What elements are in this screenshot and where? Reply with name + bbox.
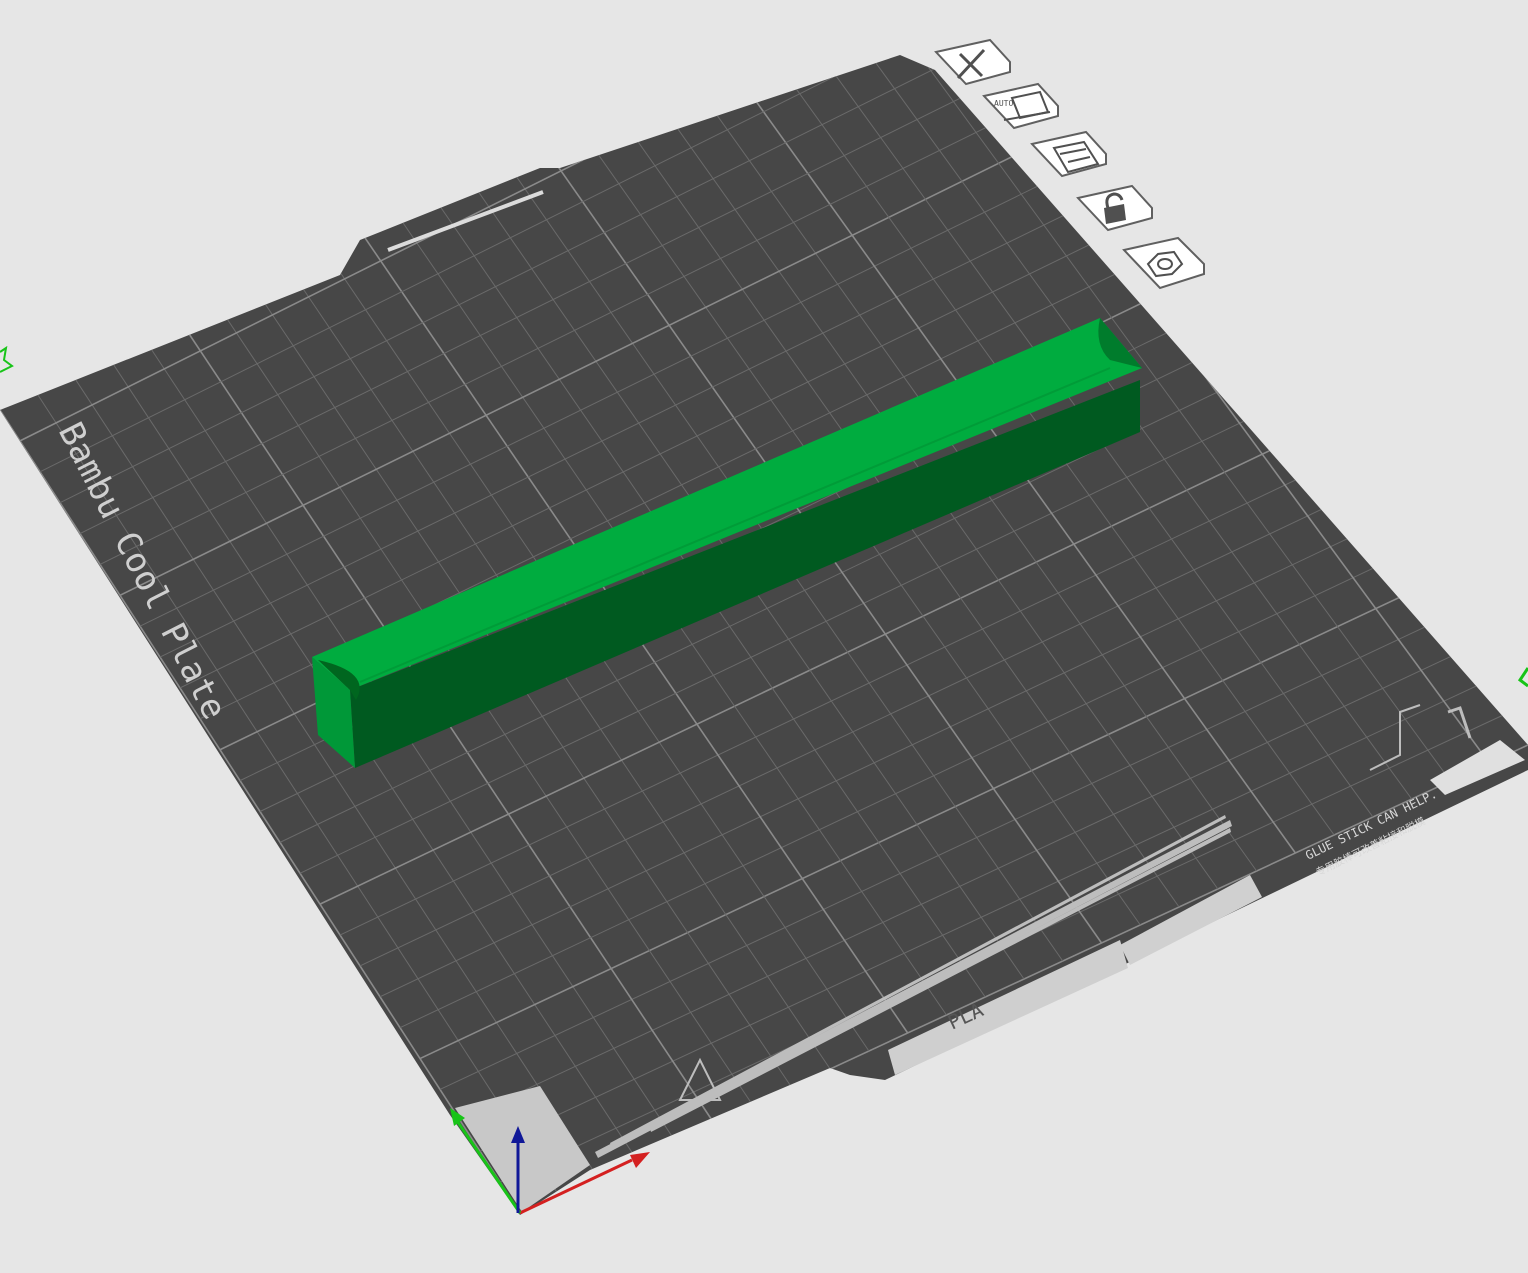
plate-settings-button[interactable] xyxy=(1122,236,1205,290)
3d-viewport[interactable]: Bambu Cool Plate PLA GLUE STICK CAN HELP… xyxy=(0,0,1528,1269)
arrange-button[interactable] xyxy=(1030,130,1107,178)
plate-surface[interactable] xyxy=(0,55,1528,1215)
edge-marker-left xyxy=(0,345,14,373)
svg-text:AUTO: AUTO xyxy=(994,99,1013,108)
edge-marker-right xyxy=(1517,667,1528,688)
build-plate[interactable]: Bambu Cool Plate PLA GLUE STICK CAN HELP… xyxy=(0,0,1528,1215)
x-axis-arrow xyxy=(630,1152,650,1168)
close-plate-button[interactable] xyxy=(934,38,1011,86)
auto-orient-button[interactable]: AUTO xyxy=(982,82,1059,130)
lock-plate-button[interactable] xyxy=(1076,184,1153,232)
